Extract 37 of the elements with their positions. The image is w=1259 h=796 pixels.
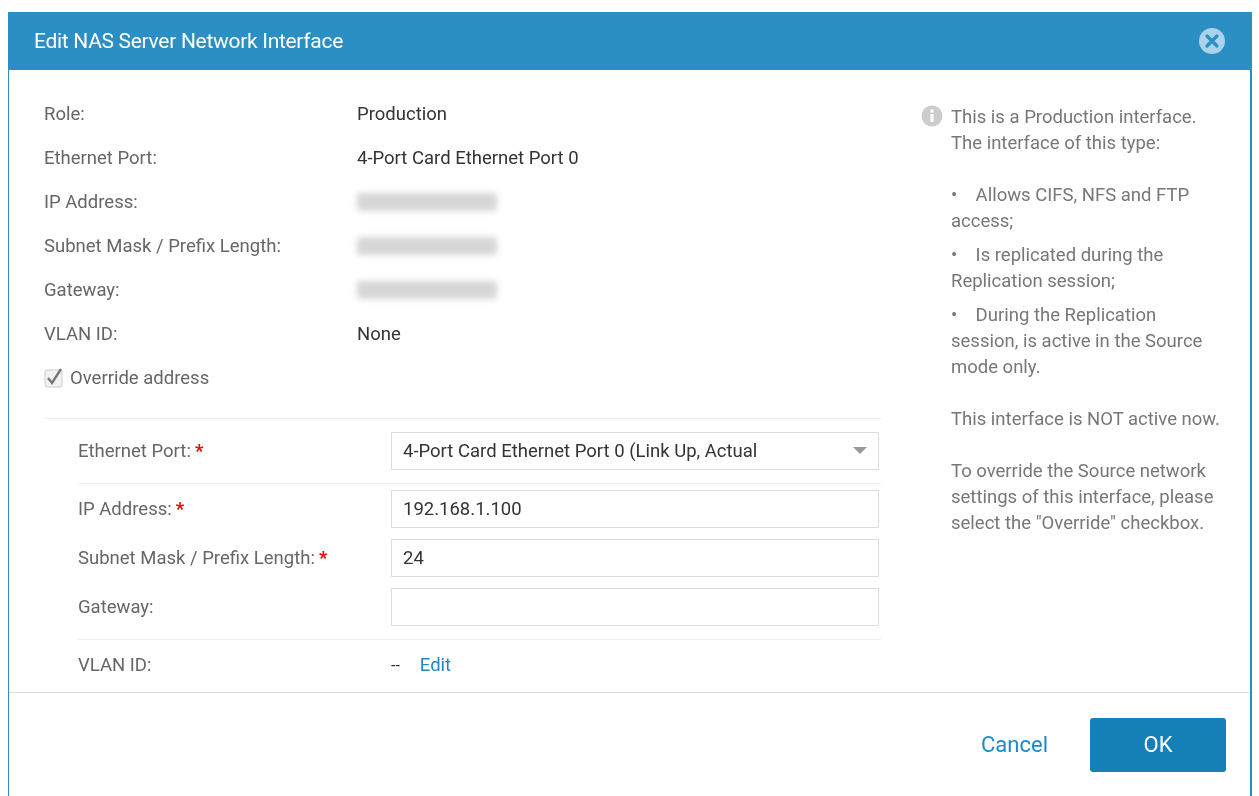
required-mark: * <box>318 546 328 569</box>
checkbox[interactable] <box>44 368 64 388</box>
detail-label: Gateway: <box>44 279 121 301</box>
required-mark: * <box>175 497 185 520</box>
detail-label: Role: <box>44 103 86 125</box>
detail-label: Ethernet Port: <box>44 147 158 169</box>
info-icon <box>921 105 943 127</box>
field-label: Gateway: <box>78 595 154 618</box>
ok-button[interactable]: OK <box>1090 717 1226 772</box>
required-mark: * <box>194 440 204 462</box>
info-list-item: • During the Replication session, is active in the Source mode only. <box>951 303 1204 380</box>
field-label: Subnet Mask / Prefix Length: <box>78 546 315 569</box>
detail-value: Production <box>357 103 447 125</box>
detail-label: IP Address: <box>44 191 139 213</box>
detail-label: VLAN ID: <box>44 323 119 345</box>
cancel-button[interactable]: Cancel <box>981 732 1048 757</box>
field-label: IP Address: <box>78 497 172 520</box>
info-text: This interface is NOT active now. <box>951 407 1221 432</box>
close-button[interactable] <box>1198 27 1226 55</box>
detail-label: Subnet Mask / Prefix Length: <box>44 235 282 257</box>
info-list-item: • Is replicated during the Replication session; <box>951 243 1165 294</box>
input-field[interactable]: 24 <box>391 538 879 577</box>
field-label: VLAN ID: <box>78 654 152 676</box>
input-field[interactable] <box>391 587 879 626</box>
info-list-item: • Allows CIFS, NFS and FTP access; <box>951 183 1191 234</box>
checkbox-label: Override address <box>70 367 210 389</box>
vlan-value: -- <box>391 655 400 675</box>
dialog-title: Edit NAS Server Network Interface <box>34 29 343 53</box>
field-label: Ethernet Port: <box>78 440 191 462</box>
caret-icon <box>853 447 867 455</box>
ethernet-port-dropdown[interactable]: 4-Port Card Ethernet Port 0 (Link Up, Actual <box>391 432 879 470</box>
info-text: This is a Production interface. The interface of this type: <box>951 105 1198 156</box>
info-text: To override the Source network settings of this interface, please select the "Override" checkbox. <box>951 459 1215 536</box>
input-field[interactable]: 192.168.1.100 <box>391 489 879 528</box>
detail-value: None <box>357 323 401 345</box>
edit-link[interactable]: Edit <box>419 654 452 676</box>
detail-value: 4-Port Card Ethernet Port 0 <box>357 147 579 169</box>
